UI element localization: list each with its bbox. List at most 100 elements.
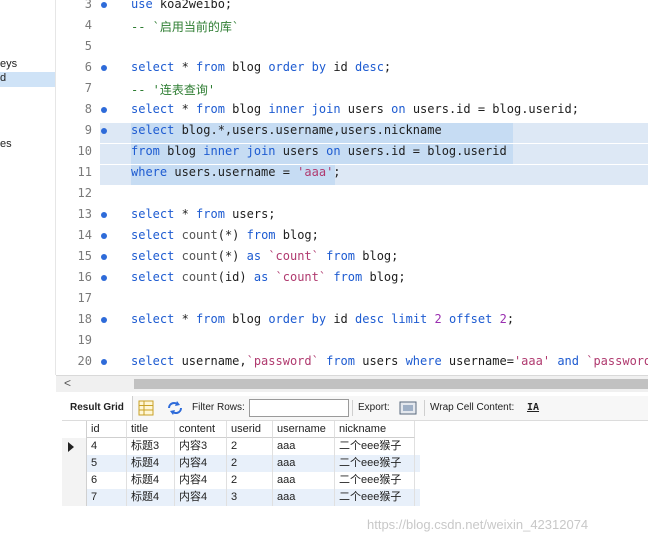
- table-row[interactable]: 5 标题4 内容4 2 aaa 二个eee猴子: [62, 455, 420, 472]
- code-token: count: [181, 249, 218, 263]
- code-line[interactable]: 7 -- '连表查询': [56, 80, 648, 101]
- code-line[interactable]: 4 -- `启用当前的库`: [56, 17, 648, 38]
- scrollbar-thumb[interactable]: [134, 379, 648, 389]
- grid-cell-userid[interactable]: 2: [227, 438, 273, 455]
- column-header-content[interactable]: content: [175, 421, 227, 438]
- grid-cell-content[interactable]: 内容4: [175, 489, 227, 506]
- statement-marker-icon[interactable]: [101, 254, 107, 260]
- code-text: select blog.*,users.username,users.nickn…: [131, 123, 442, 137]
- grid-cell-username[interactable]: aaa: [273, 472, 335, 489]
- code-token: (*): [217, 228, 247, 242]
- grid-cell-userid[interactable]: 2: [227, 472, 273, 489]
- grid-cell-id[interactable]: 4: [87, 438, 127, 455]
- code-token: users;: [224, 207, 276, 221]
- statement-marker-icon[interactable]: [101, 359, 107, 365]
- grid-cell-nickname[interactable]: 二个eee猴子: [335, 438, 415, 455]
- editor-horizontal-scrollbar[interactable]: <: [56, 375, 648, 392]
- grid-cell-title[interactable]: 标题3: [127, 438, 175, 455]
- column-header-userid[interactable]: userid: [227, 421, 273, 438]
- column-header-nickname[interactable]: nickname: [335, 421, 415, 438]
- table-row[interactable]: 7 标题4 内容4 3 aaa 二个eee猴子: [62, 489, 420, 506]
- row-header[interactable]: [62, 438, 87, 455]
- code-token: order by: [268, 60, 327, 74]
- code-line[interactable]: 14 select count(*) from blog;: [56, 227, 648, 248]
- code-token: -- '连表查询': [131, 83, 216, 97]
- code-line[interactable]: 3 use koa2weibo;: [56, 0, 648, 17]
- grid-cell-id[interactable]: 7: [87, 489, 127, 506]
- grid-cell-content[interactable]: 内容3: [175, 438, 227, 455]
- code-line[interactable]: 5: [56, 38, 648, 59]
- row-header[interactable]: [62, 489, 87, 506]
- statement-marker-icon[interactable]: [101, 65, 107, 71]
- code-text: select * from blog inner join users on u…: [131, 102, 579, 116]
- code-line[interactable]: 20 select username,`password` from users …: [56, 353, 648, 374]
- code-token: 2: [499, 312, 507, 326]
- grid-cell-content[interactable]: 内容4: [175, 455, 227, 472]
- code-token: select: [131, 228, 175, 242]
- refresh-filter-icon[interactable]: [166, 400, 184, 416]
- code-line[interactable]: 11 where users.username = 'aaa';: [56, 164, 648, 185]
- result-grid-tab[interactable]: Result Grid: [62, 396, 133, 420]
- wrap-cell-content-icon[interactable]: IA: [527, 402, 539, 413]
- code-token: select: [131, 312, 175, 326]
- code-line[interactable]: 13 select * from users;: [56, 206, 648, 227]
- grid-cell-title[interactable]: 标题4: [127, 472, 175, 489]
- grid-cell-id[interactable]: 5: [87, 455, 127, 472]
- code-token: and: [557, 354, 579, 368]
- grid-cell-content[interactable]: 内容4: [175, 472, 227, 489]
- row-header[interactable]: [62, 455, 87, 472]
- code-line[interactable]: 6 select * from blog order by id desc;: [56, 59, 648, 80]
- grid-cell-title[interactable]: 标题4: [127, 455, 175, 472]
- statement-marker-icon[interactable]: [101, 212, 107, 218]
- grid-cell-title[interactable]: 标题4: [127, 489, 175, 506]
- code-line[interactable]: 10 from blog inner join users on users.id…: [56, 143, 648, 164]
- grid-cell-username[interactable]: aaa: [273, 438, 335, 455]
- filter-rows-input[interactable]: [249, 399, 349, 417]
- code-token: koa2weibo;: [152, 0, 233, 11]
- code-line[interactable]: 15 select count(*) as `count` from blog;: [56, 248, 648, 269]
- code-line[interactable]: 16 select count(id) as `count` from blog;: [56, 269, 648, 290]
- sidebar-item-selected[interactable]: d: [0, 72, 55, 87]
- grid-cell-nickname[interactable]: 二个eee猴子: [335, 455, 415, 472]
- statement-marker-icon[interactable]: [101, 2, 107, 8]
- column-header-title[interactable]: title: [127, 421, 175, 438]
- sidebar-item[interactable]: eys: [0, 58, 17, 70]
- sql-editor[interactable]: 3 use koa2weibo; 4 -- `启用当前的库` 5 6 select * fr…: [56, 0, 648, 375]
- code-line[interactable]: 19: [56, 332, 648, 353]
- table-row[interactable]: 6 标题4 内容4 2 aaa 二个eee猴子: [62, 472, 420, 489]
- scroll-left-arrow-icon[interactable]: <: [64, 376, 71, 390]
- grid-cell-userid[interactable]: 2: [227, 455, 273, 472]
- export-icon[interactable]: [399, 400, 417, 416]
- statement-marker-icon[interactable]: [101, 233, 107, 239]
- grid-view-icon[interactable]: [138, 400, 154, 416]
- grid-cell-nickname[interactable]: 二个eee猴子: [335, 489, 415, 506]
- code-token: blog;: [362, 270, 406, 284]
- statement-marker-icon[interactable]: [101, 317, 107, 323]
- code-token: select: [131, 354, 175, 368]
- grid-cell-userid[interactable]: 3: [227, 489, 273, 506]
- code-token: id: [326, 312, 356, 326]
- grid-cell-id[interactable]: 6: [87, 472, 127, 489]
- code-line[interactable]: 12: [56, 185, 648, 206]
- code-line[interactable]: 17: [56, 290, 648, 311]
- column-header-id[interactable]: id: [87, 421, 127, 438]
- code-token: users.username =: [167, 165, 298, 179]
- grid-cell-username[interactable]: aaa: [273, 455, 335, 472]
- row-header[interactable]: [62, 472, 87, 489]
- sidebar-item[interactable]: es: [0, 138, 12, 150]
- statement-marker-icon[interactable]: [101, 107, 107, 113]
- line-number: 16: [77, 270, 92, 284]
- code-line[interactable]: 8 select * from blog inner join users on …: [56, 101, 648, 122]
- table-row[interactable]: 4 标题3 内容3 2 aaa 二个eee猴子: [62, 438, 420, 455]
- column-header-username[interactable]: username: [273, 421, 335, 438]
- statement-marker-icon[interactable]: [101, 275, 107, 281]
- result-grid: id title content userid username nickname 4 标题3…: [62, 421, 420, 506]
- grid-cell-nickname[interactable]: 二个eee猴子: [335, 472, 415, 489]
- code-line[interactable]: 9 select blog.*,users.username,users.nick…: [56, 122, 648, 143]
- statement-marker-icon[interactable]: [101, 128, 107, 134]
- filter-rows-label: Filter Rows:: [192, 402, 245, 413]
- grid-cell-username[interactable]: aaa: [273, 489, 335, 506]
- code-token: from: [326, 249, 356, 263]
- code-line[interactable]: 18 select * from blog order by id desc li…: [56, 311, 648, 332]
